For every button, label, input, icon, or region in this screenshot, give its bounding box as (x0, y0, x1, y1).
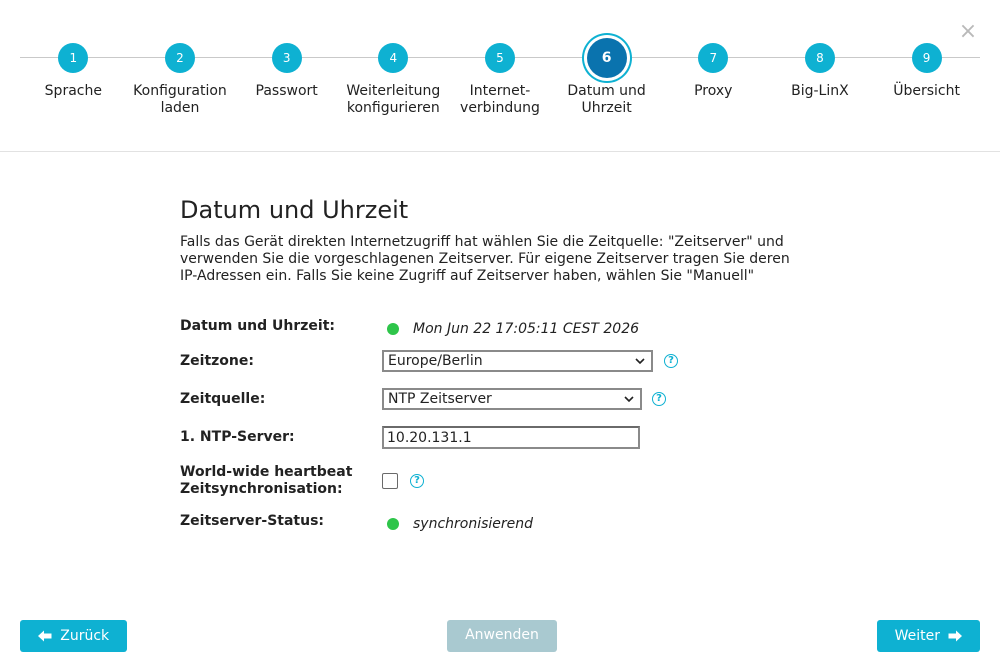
chevron-down-icon (635, 358, 645, 365)
step-number: 1 (58, 43, 89, 73)
step-label: Konfiguration laden (133, 83, 227, 116)
page-content: Datum und Uhrzeit Falls das Gerät direkt… (180, 195, 800, 285)
step-number: 8 (804, 43, 835, 73)
step-big-linx[interactable]: 8 Big-LinX (767, 0, 874, 150)
help-icon[interactable]: ? (664, 354, 678, 368)
step-label: Übersicht (893, 83, 960, 99)
stepper: 1 Sprache 2 Konfiguration laden 3 Passwo… (20, 0, 980, 150)
datetime-value-wrap: Mon Jun 22 17:05:11 CEST 2026 (382, 318, 639, 337)
status-dot-icon (387, 322, 399, 335)
step-number: 7 (698, 43, 729, 73)
step-number: 3 (271, 43, 302, 73)
next-button-label: Weiter (894, 628, 940, 644)
step-proxy[interactable]: 7 Proxy (660, 0, 767, 150)
step-uebersicht[interactable]: 9 Übersicht (873, 0, 980, 150)
next-button[interactable]: Weiter (877, 620, 980, 652)
step-label: Passwort (255, 83, 318, 99)
apply-button[interactable]: Anwenden (447, 620, 557, 652)
step-label: Datum und Uhrzeit (567, 83, 646, 116)
page-title: Datum und Uhrzeit (180, 196, 409, 224)
back-button[interactable]: Zurück (20, 620, 127, 652)
step-datum-uhrzeit[interactable]: 6 Datum und Uhrzeit (553, 0, 660, 150)
ntp-server-label: 1. NTP-Server: (180, 429, 295, 445)
step-label: Internet- verbindung (460, 83, 540, 116)
step-number: 4 (378, 43, 409, 73)
step-sprache[interactable]: 1 Sprache (20, 0, 127, 150)
apply-button-label: Anwenden (465, 627, 539, 643)
step-weiterleitung[interactable]: 4 Weiterleitung konfigurieren (340, 0, 447, 150)
heartbeat-label: World-wide heartbeat Zeitsynchronisation… (180, 464, 353, 497)
step-label: Weiterleitung konfigurieren (346, 83, 441, 116)
step-konfiguration-laden[interactable]: 2 Konfiguration laden (127, 0, 234, 150)
arrow-left-icon (37, 630, 52, 642)
timezone-select[interactable]: Europe/Berlin (382, 350, 653, 372)
back-button-label: Zurück (60, 628, 110, 644)
server-status-value-wrap: synchronisierend (382, 513, 533, 532)
step-number: 9 (911, 43, 942, 73)
timesource-label: Zeitquelle: (180, 391, 266, 407)
help-icon[interactable]: ? (652, 392, 666, 406)
server-status-value: synchronisierend (413, 515, 534, 532)
arrow-right-icon (948, 630, 963, 642)
step-label: Big-LinX (791, 83, 849, 99)
timezone-selected-value: Europe/Berlin (388, 353, 483, 369)
step-number-active: 6 (586, 38, 627, 78)
step-number: 2 (164, 43, 195, 73)
timesource-selected-value: NTP Zeitserver (388, 391, 492, 407)
step-label: Sprache (44, 83, 102, 99)
help-icon[interactable]: ? (410, 474, 424, 488)
datetime-value: Mon Jun 22 17:05:11 CEST 2026 (413, 320, 640, 337)
step-number: 5 (484, 43, 515, 73)
timezone-label: Zeitzone: (180, 353, 254, 369)
step-internetverbindung[interactable]: 5 Internet- verbindung (447, 0, 554, 150)
ntp-server-input[interactable] (382, 426, 640, 449)
step-passwort[interactable]: 3 Passwort (233, 0, 340, 150)
status-dot-icon (387, 517, 399, 530)
heartbeat-checkbox[interactable] (382, 473, 398, 489)
wizard-header: × 1 Sprache 2 Konfiguration laden 3 Pass… (0, 0, 1000, 152)
timesource-select[interactable]: NTP Zeitserver (382, 388, 642, 410)
page-intro: Falls das Gerät direkten Internetzugriff… (180, 234, 790, 284)
datetime-label: Datum und Uhrzeit: (180, 318, 335, 334)
server-status-label: Zeitserver-Status: (180, 513, 325, 529)
step-label: Proxy (694, 83, 733, 99)
chevron-down-icon (624, 396, 634, 403)
